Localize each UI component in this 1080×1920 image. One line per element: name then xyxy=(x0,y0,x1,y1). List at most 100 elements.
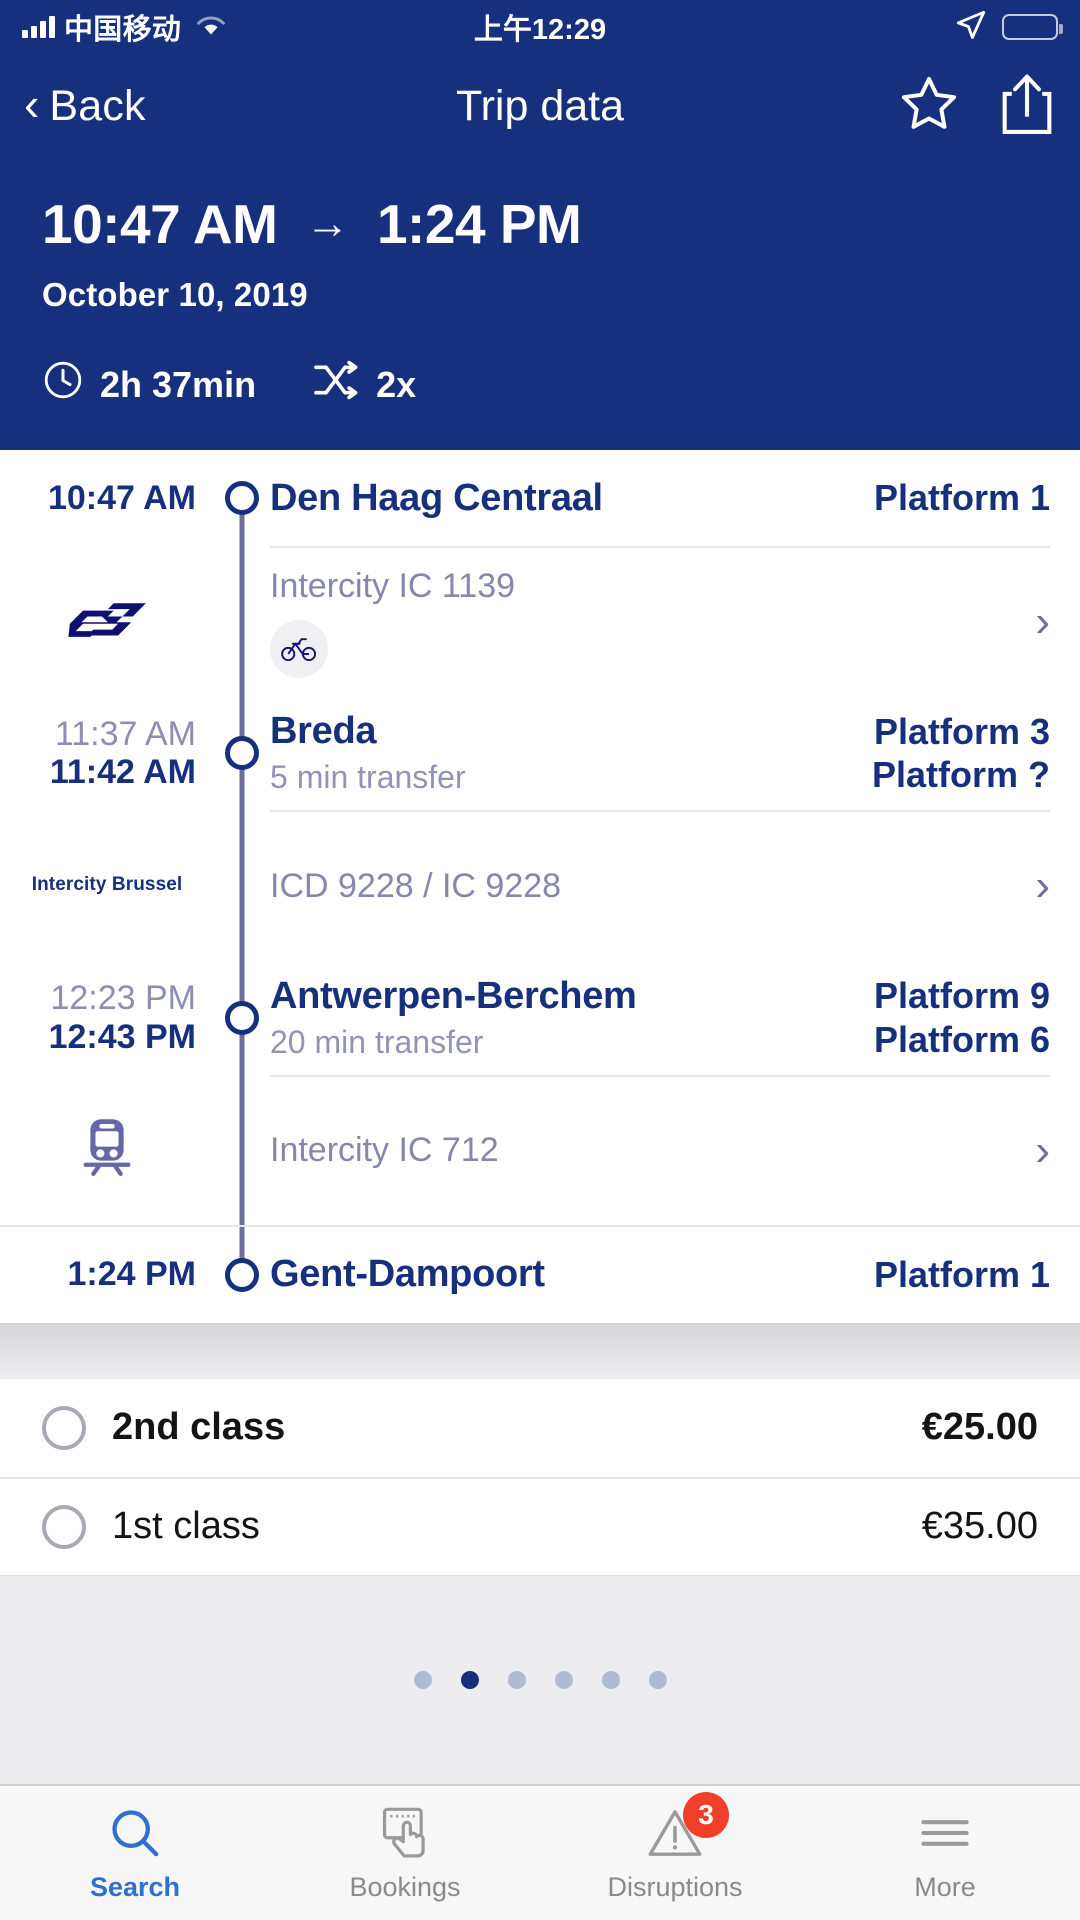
timeline-leg-row[interactable]: Intercity IC 1139 › xyxy=(0,546,1080,696)
station-platforms: Platform 1 xyxy=(856,476,1050,519)
chevron-right-icon[interactable]: › xyxy=(1015,864,1050,908)
trip-summary-header: 10:47 AM → 1:24 PM October 10, 2019 2h 3… xyxy=(0,158,1080,450)
timeline-rail xyxy=(214,450,270,546)
timeline-stop-row[interactable]: 1:24 PM Gent-Dampoort Platform 1 xyxy=(0,1224,1080,1323)
leg-info: Intercity IC 1139 xyxy=(270,567,1015,678)
stop-time: 1:24 PM xyxy=(0,1227,214,1323)
radio-unselected-icon[interactable] xyxy=(42,1504,86,1549)
timeline-stop-row[interactable]: 12:23 PM 12:43 PM Antwerpen-Berchem 20 m… xyxy=(0,960,1080,1075)
stop-details: Breda 5 min transfer Platform 3 Platform… xyxy=(270,696,1080,810)
radio-unselected-icon[interactable] xyxy=(42,1405,86,1450)
leg-row[interactable]: Intercity IC 712 › xyxy=(270,1074,1050,1225)
platform-depart: Platform 1 xyxy=(873,477,1050,519)
station-names: Den Haag Centraal xyxy=(270,477,856,520)
section-divider xyxy=(0,1322,1080,1379)
page-dot[interactable] xyxy=(648,1670,667,1689)
fare-option-1st-class[interactable]: 1st class €35.00 xyxy=(0,1476,1080,1575)
trip-duration-label: 2h 37min xyxy=(100,363,257,405)
platform-depart: Platform 6 xyxy=(873,1018,1050,1060)
signal-bars-icon xyxy=(22,16,55,38)
station-name: Gent-Dampoort xyxy=(270,1253,545,1296)
timeline-rail xyxy=(214,810,270,961)
platform-depart: Platform ? xyxy=(871,754,1050,796)
leg-mode-icon-cell xyxy=(0,546,214,696)
disruptions-badge: 3 xyxy=(683,1791,729,1838)
leg-row[interactable]: ICD 9228 / IC 9228 › xyxy=(270,810,1050,960)
status-bar-left: 中国移动 xyxy=(22,6,228,48)
station-platforms: Platform 9 Platform 6 xyxy=(856,974,1050,1060)
timeline-leg-row[interactable]: Intercity Brussel ICD 9228 / IC 9228 › xyxy=(0,810,1080,961)
stop-arrive-time: 11:37 AM xyxy=(54,715,196,754)
operator-label: Intercity Brussel xyxy=(31,874,183,896)
stop-arrive-time: 12:23 PM xyxy=(50,979,196,1018)
tab-disruptions[interactable]: 3 Disruptions xyxy=(540,1786,810,1920)
timeline-leg-row[interactable]: Intercity IC 712 › xyxy=(0,1074,1080,1225)
trip-times: 10:47 AM → 1:24 PM xyxy=(42,192,1038,256)
tab-bookings[interactable]: Bookings xyxy=(270,1786,540,1920)
station-names: Breda 5 min transfer xyxy=(270,710,854,796)
station-names: Gent-Dampoort xyxy=(270,1253,856,1296)
carrier-label: 中国移动 xyxy=(64,14,182,46)
share-icon[interactable] xyxy=(998,71,1056,142)
timeline-rail xyxy=(214,960,270,1075)
back-button[interactable]: ‹ Back xyxy=(24,78,146,131)
timeline-rail xyxy=(214,1074,270,1225)
hamburger-menu-icon xyxy=(917,1804,973,1862)
trip-timeline: 10:47 AM Den Haag Centraal Platform 1 In… xyxy=(0,450,1080,1323)
trip-transfers-label: 2x xyxy=(376,363,417,405)
fare-options: 2nd class €25.00 1st class €35.00 xyxy=(0,1378,1080,1575)
station-row: Den Haag Centraal Platform 1 xyxy=(270,450,1050,546)
page-dot[interactable] xyxy=(507,1670,526,1689)
timeline-stop-dot xyxy=(225,481,259,515)
trip-meta: 2h 37min 2x xyxy=(42,359,1038,410)
chevron-right-icon[interactable]: › xyxy=(1015,600,1050,644)
platform-arrive: Platform 3 xyxy=(873,711,1050,752)
page-dots[interactable] xyxy=(413,1670,667,1689)
stop-arrive-time: 1:24 PM xyxy=(67,1255,197,1294)
station-name: Breda xyxy=(270,710,377,753)
transfer-note: 5 min transfer xyxy=(270,759,466,796)
clock-icon xyxy=(42,359,84,410)
timeline-stop-dot xyxy=(225,1257,259,1292)
leg-facilities xyxy=(270,619,1015,678)
tab-more[interactable]: More xyxy=(810,1786,1080,1920)
leg-mode-icon-cell: Intercity Brussel xyxy=(0,810,214,960)
leg-details: Intercity IC 712 › xyxy=(270,1074,1080,1225)
fare-option-2nd-class[interactable]: 2nd class €25.00 xyxy=(0,1379,1080,1477)
leg-service-name: Intercity IC 712 xyxy=(270,1131,499,1170)
bottom-tab-bar: Search Bookings 3 Disruptions More xyxy=(0,1784,1080,1920)
hand-tap-card-icon xyxy=(374,1804,436,1862)
station-row: Antwerpen-Berchem 20 min transfer Platfo… xyxy=(270,960,1050,1074)
fare-label: 2nd class xyxy=(112,1406,286,1449)
train-front-icon xyxy=(79,1115,135,1184)
station-name: Antwerpen-Berchem xyxy=(270,974,637,1017)
timeline-stop-dot xyxy=(225,1000,259,1035)
leg-details: Intercity IC 1139 › xyxy=(270,546,1080,696)
status-bar: 中国移动 上午12:29 xyxy=(0,0,1080,54)
trip-transfers: 2x xyxy=(312,360,416,409)
stop-details: Gent-Dampoort Platform 1 xyxy=(270,1227,1080,1323)
stop-depart-time: 10:47 AM xyxy=(47,478,196,517)
page-dot-active[interactable] xyxy=(460,1670,479,1689)
page-dot[interactable] xyxy=(601,1670,620,1689)
station-platforms: Platform 1 xyxy=(856,1253,1050,1296)
timeline-rail xyxy=(214,546,270,696)
timeline-stop-row[interactable]: 11:37 AM 11:42 AM Breda 5 min transfer P… xyxy=(0,696,1080,811)
station-platforms: Platform 3 Platform ? xyxy=(854,710,1050,796)
chevron-left-icon: ‹ xyxy=(24,78,40,130)
leg-row[interactable]: Intercity IC 1139 › xyxy=(270,546,1050,696)
stop-time: 10:47 AM xyxy=(0,450,214,546)
page-dot[interactable] xyxy=(413,1670,432,1689)
timeline-stop-row[interactable]: 10:47 AM Den Haag Centraal Platform 1 xyxy=(0,450,1080,546)
station-names: Antwerpen-Berchem 20 min transfer xyxy=(270,975,856,1061)
transfer-shuffle-icon xyxy=(312,360,360,409)
page-dot[interactable] xyxy=(554,1670,573,1689)
star-icon[interactable] xyxy=(896,72,962,141)
back-button-label: Back xyxy=(49,81,146,130)
chevron-right-icon[interactable]: › xyxy=(1015,1128,1050,1173)
trip-date: October 10, 2019 xyxy=(42,276,308,313)
platform-arrive: Platform 1 xyxy=(873,1254,1050,1296)
tab-search[interactable]: Search xyxy=(0,1786,270,1920)
fare-price: €35.00 xyxy=(921,1505,1038,1548)
ns-logo-icon xyxy=(64,596,150,647)
